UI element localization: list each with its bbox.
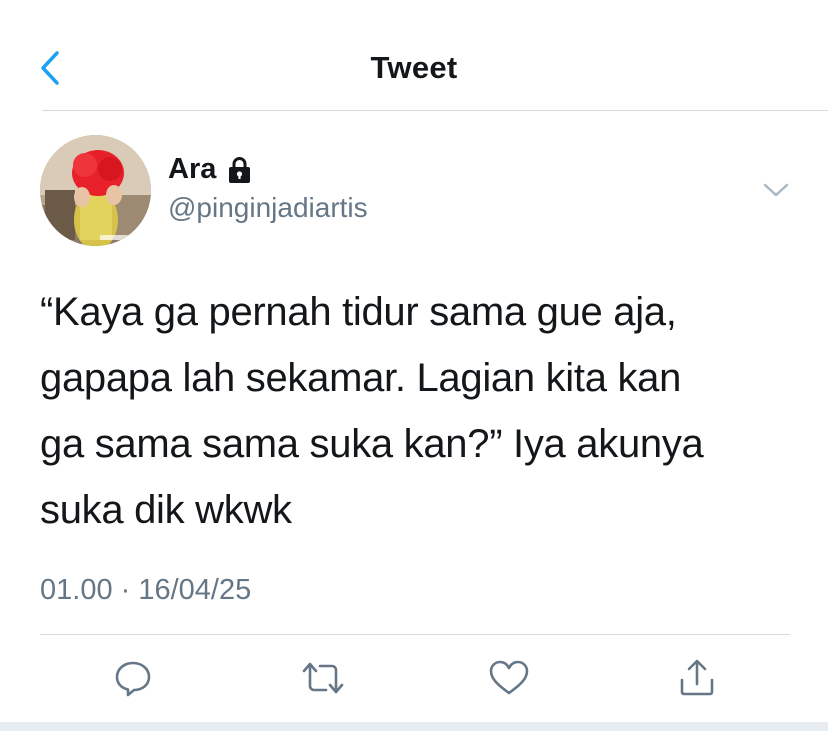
retweet-icon bbox=[302, 662, 344, 694]
actions-divider bbox=[40, 634, 790, 635]
author-handle[interactable]: @pinginjadiartis bbox=[168, 192, 368, 224]
more-options-button[interactable] bbox=[758, 174, 794, 206]
share-icon bbox=[680, 659, 714, 696]
tweet-text: “Kaya ga pernah tidur sama gue aja, gapa… bbox=[40, 290, 704, 532]
like-icon bbox=[489, 660, 529, 695]
like-button[interactable] bbox=[483, 652, 535, 704]
lock-icon bbox=[229, 156, 251, 183]
avatar[interactable] bbox=[40, 135, 151, 246]
author-name-text: Ara bbox=[168, 153, 217, 185]
avatar-image bbox=[40, 135, 151, 246]
reply-icon bbox=[115, 661, 151, 697]
author-display-name[interactable]: Ara bbox=[168, 153, 253, 186]
bottom-separator bbox=[0, 722, 828, 731]
header-divider bbox=[42, 110, 828, 111]
share-button[interactable] bbox=[671, 652, 723, 704]
tweet-action-bar bbox=[0, 652, 828, 704]
chevron-down-icon bbox=[763, 183, 789, 197]
page-title: Tweet bbox=[370, 50, 458, 85]
reply-button[interactable] bbox=[107, 652, 159, 704]
tweet-timestamp: 01.00 · 16/04/25 bbox=[40, 574, 252, 606]
top-navigation-bar: Tweet bbox=[0, 0, 828, 112]
retweet-button[interactable] bbox=[297, 652, 349, 704]
